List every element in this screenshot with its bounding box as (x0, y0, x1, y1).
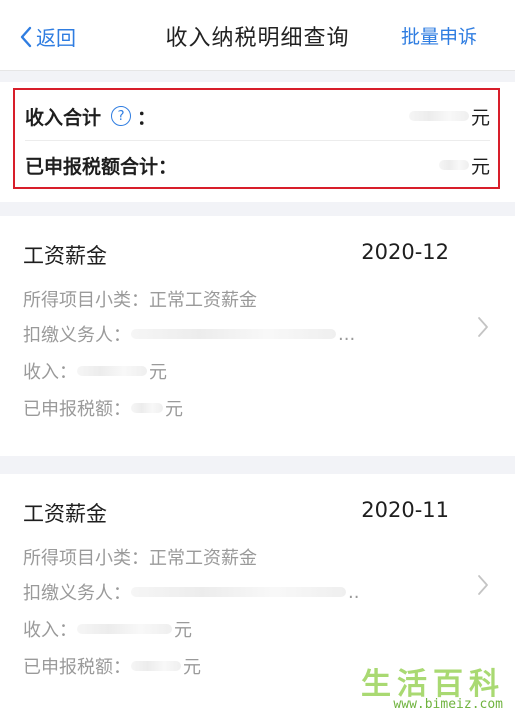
income-total-row: 收入合计 ? ： 元 (25, 92, 490, 141)
record-tax: 已申报税额： 元 (23, 653, 201, 679)
chevron-right-icon[interactable] (477, 574, 489, 596)
redacted-value (77, 624, 172, 634)
record-income: 收入： 元 (23, 616, 192, 642)
payer-label: 扣缴义务人： (23, 583, 131, 604)
summary-panel: 收入合计 ? ： 元 已申报税额合计： 元 (0, 82, 515, 202)
nav-bar: 返回 收入纳税明细查询 批量申诉 (0, 0, 515, 71)
record-period: 2020-11 (361, 498, 449, 522)
record-payer: 扣缴义务人： .. (23, 579, 359, 605)
income-unit: 元 (149, 362, 167, 383)
redacted-value (131, 587, 346, 597)
income-total-label: 收入合计 (25, 106, 102, 129)
record-period: 2020-12 (361, 240, 449, 264)
redacted-value (131, 329, 336, 339)
income-unit: 元 (174, 620, 192, 641)
payer-tail: ... (338, 323, 356, 345)
watermark-url: www.bimeiz.com (393, 697, 503, 712)
record-income: 收入： 元 (23, 358, 167, 384)
tax-unit: 元 (183, 657, 201, 678)
chevron-right-icon[interactable] (477, 316, 489, 338)
record-type: 工资薪金 (23, 502, 107, 526)
payer-tail: .. (348, 581, 360, 603)
record-card[interactable]: 工资薪金 2020-12 所得项目小类： 正常工资薪金 扣缴义务人： ... 收… (0, 216, 515, 456)
record-payer: 扣缴义务人： ... (23, 321, 355, 347)
tax-unit: 元 (165, 399, 183, 420)
redacted-value (131, 403, 163, 413)
redacted-value (438, 160, 469, 170)
tax-label: 已申报税额： (23, 657, 131, 678)
record-subtype: 所得项目小类： 正常工资薪金 (23, 544, 257, 570)
tax-total-label: 已申报税额合计： (25, 155, 178, 178)
income-label: 收入： (23, 362, 77, 383)
subtype-label: 所得项目小类： (23, 548, 149, 569)
income-total-value: 元 (408, 103, 490, 130)
income-label: 收入： (23, 620, 77, 641)
site-watermark: 生活百科 www.bimeiz.com (315, 659, 515, 719)
tax-total-value: 元 (438, 152, 490, 179)
income-total-colon: ： (137, 106, 157, 129)
summary-highlight-box: 收入合计 ? ： 元 已申报税额合计： 元 (13, 88, 500, 189)
redacted-value (131, 661, 181, 671)
record-type: 工资薪金 (23, 244, 107, 268)
income-total-unit: 元 (470, 106, 490, 129)
redacted-value (77, 366, 147, 376)
redacted-value (408, 111, 469, 121)
subtype-value: 正常工资薪金 (149, 290, 257, 311)
tax-total-row: 已申报税额合计： 元 (25, 141, 490, 189)
batch-appeal-button[interactable]: 批量申诉 (401, 22, 477, 49)
record-tax: 已申报税额： 元 (23, 395, 183, 421)
payer-label: 扣缴义务人： (23, 325, 131, 346)
subtype-value: 正常工资薪金 (149, 548, 257, 569)
tax-total-unit: 元 (470, 155, 490, 178)
help-icon[interactable]: ? (111, 106, 132, 126)
subtype-label: 所得项目小类： (23, 290, 149, 311)
tax-label: 已申报税额： (23, 399, 131, 420)
record-subtype: 所得项目小类： 正常工资薪金 (23, 286, 257, 312)
